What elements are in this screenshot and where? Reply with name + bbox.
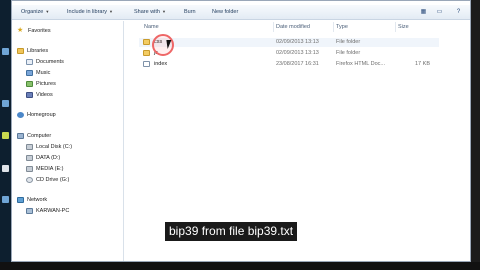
nav-drive-g[interactable]: CD Drive (G:): [26, 177, 69, 183]
column-divider[interactable]: [395, 22, 396, 32]
file-row[interactable]: index 23/08/2017 16:31 Firefox HTML Doc.…: [139, 60, 439, 69]
file-date: 02/09/2013 13:13: [276, 39, 319, 45]
help-icon[interactable]: ?: [454, 8, 463, 16]
chevron-down-icon: ▼: [109, 9, 114, 14]
nav-libraries[interactable]: Libraries: [17, 48, 48, 54]
computer-icon: [17, 133, 24, 139]
nav-videos[interactable]: Videos: [26, 92, 53, 98]
cd-drive-icon: [26, 177, 33, 183]
folder-icon: [143, 39, 150, 45]
folder-icon: [143, 50, 150, 56]
file-type: File folder: [336, 50, 361, 56]
libraries-icon: [17, 48, 24, 54]
nav-pictures[interactable]: Pictures: [26, 81, 56, 87]
nav-label: Local Disk (C:): [36, 144, 73, 150]
nav-label: CD Drive (G:): [36, 177, 70, 183]
column-header-type[interactable]: Type: [336, 24, 348, 30]
nav-label: Network: [27, 197, 48, 203]
html-file-icon: [143, 61, 150, 67]
desktop-icon[interactable]: [2, 132, 9, 139]
column-header-size[interactable]: Size: [398, 24, 409, 30]
desktop-icon[interactable]: [2, 196, 9, 203]
include-in-library-label: Include in library: [67, 9, 108, 15]
nav-label: Favorites: [28, 27, 51, 34]
desktop-icon[interactable]: [2, 165, 9, 172]
nav-label: Documents: [36, 59, 64, 65]
nav-drive-e[interactable]: MEDIA (E:): [26, 166, 64, 172]
navigation-pane: ★ Favorites Libraries Documents Music Pic…: [12, 21, 124, 261]
nav-label: Music: [36, 70, 51, 76]
include-in-library-button[interactable]: Include in library ▼: [67, 9, 113, 15]
nav-music[interactable]: Music: [26, 70, 50, 76]
nav-label: Pictures: [36, 81, 56, 87]
view-options-icon[interactable]: ▦: [419, 8, 428, 16]
hard-disk-icon: [26, 166, 33, 172]
desktop-icon[interactable]: [2, 48, 9, 55]
hard-disk-icon: [26, 144, 33, 150]
nav-label: Homegroup: [27, 112, 56, 118]
nav-label: Videos: [36, 92, 53, 98]
share-with-button[interactable]: Share with ▼: [134, 9, 166, 15]
column-divider[interactable]: [333, 22, 334, 32]
nav-network-pc[interactable]: KARWAN-PC: [26, 208, 69, 214]
file-date: 23/08/2017 16:31: [276, 61, 319, 67]
file-type: Firefox HTML Doc...: [336, 61, 385, 67]
preview-pane-icon[interactable]: ▭: [435, 8, 444, 16]
network-icon: [17, 197, 24, 203]
desktop-icon[interactable]: [2, 100, 9, 107]
burn-button[interactable]: Burn: [184, 9, 196, 15]
file-row[interactable]: js 02/09/2013 13:13 File folder: [139, 49, 439, 58]
file-name: index: [154, 61, 168, 67]
column-header-name[interactable]: Name: [144, 24, 159, 30]
column-header-date[interactable]: Date modified: [276, 24, 310, 30]
video-caption: bip39 from file bip39.txt: [165, 222, 298, 241]
nav-computer[interactable]: Computer: [17, 133, 51, 139]
command-bar: Organize ▼ Include in library ▼ Share with…: [12, 5, 470, 20]
nav-label: MEDIA (E:): [36, 166, 64, 172]
computer-icon: [26, 208, 33, 214]
pictures-icon: [26, 81, 33, 87]
file-date: 02/09/2013 13:13: [276, 50, 319, 56]
nav-favorites[interactable]: ★ Favorites: [17, 27, 51, 34]
nav-documents[interactable]: Documents: [26, 59, 64, 65]
videos-icon: [26, 92, 33, 98]
hard-disk-icon: [26, 155, 33, 161]
nav-homegroup[interactable]: Homegroup: [17, 112, 56, 118]
file-size: 17 KB: [415, 61, 430, 67]
organize-button[interactable]: Organize ▼: [21, 9, 49, 15]
homegroup-icon: [17, 112, 24, 118]
star-icon: ★: [17, 27, 24, 34]
bottom-bar: [0, 262, 480, 270]
share-with-label: Share with: [134, 9, 160, 15]
nav-label: KARWAN-PC: [36, 208, 70, 214]
organize-label: Organize: [21, 9, 44, 15]
nav-label: Computer: [27, 133, 52, 139]
music-icon: [26, 70, 33, 76]
chevron-down-icon: ▼: [162, 9, 166, 14]
file-row[interactable]: css 02/09/2013 13:13 File folder: [139, 38, 439, 47]
nav-network[interactable]: Network: [17, 197, 47, 203]
nav-drive-d[interactable]: DATA (D:): [26, 155, 60, 161]
mouse-pointer-icon: [166, 40, 173, 49]
file-type: File folder: [336, 39, 361, 45]
chevron-down-icon: ▼: [45, 9, 50, 14]
desktop-left-strip: [0, 0, 11, 270]
documents-icon: [26, 59, 33, 65]
nav-label: DATA (D:): [36, 155, 61, 161]
new-folder-button[interactable]: New folder: [212, 9, 238, 15]
nav-drive-c[interactable]: Local Disk (C:): [26, 144, 72, 150]
nav-label: Libraries: [27, 48, 49, 54]
column-divider[interactable]: [273, 22, 274, 32]
